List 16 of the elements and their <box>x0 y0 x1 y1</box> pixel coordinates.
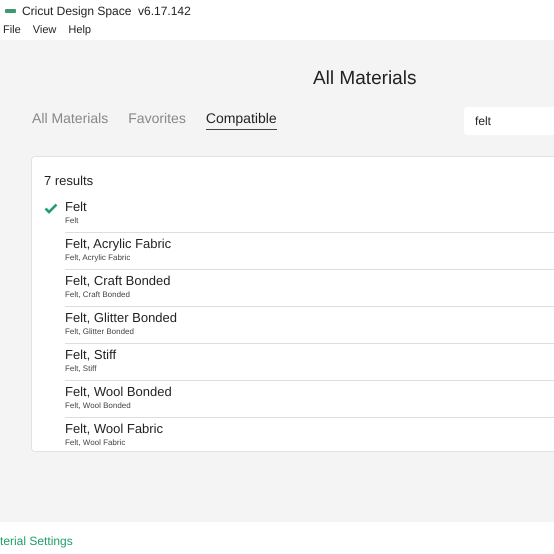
app-logo-icon <box>5 8 16 13</box>
results-count: 7 results <box>44 172 94 190</box>
material-item[interactable]: Felt, Acrylic Fabric Felt, Acrylic Fabric <box>65 232 554 269</box>
menu-item[interactable]: File <box>3 22 21 39</box>
menu-item[interactable]: Help <box>68 22 92 39</box>
material-item[interactable]: Felt Felt <box>65 194 554 232</box>
menu-item[interactable]: View <box>32 22 56 39</box>
tab[interactable]: Compatible <box>206 108 277 130</box>
window-title: Cricut Design Space v6.17.142 <box>22 2 191 20</box>
material-item[interactable]: Felt, Stiff Felt, Stiff <box>65 342 554 380</box>
material-item[interactable]: Felt, Wool Bonded Felt, Wool Bonded <box>65 380 554 417</box>
material-item[interactable]: Felt, Glitter Bonded Felt, Glitter Bonded <box>65 306 554 343</box>
search-field[interactable]: felt <box>464 106 554 135</box>
page-heading: All Materials <box>312 66 418 91</box>
material-item[interactable]: Felt, Craft Bonded Felt, Craft Bonded <box>65 268 554 306</box>
material-item[interactable]: Felt, Wool Fabric Felt, Wool Fabric <box>65 416 554 454</box>
